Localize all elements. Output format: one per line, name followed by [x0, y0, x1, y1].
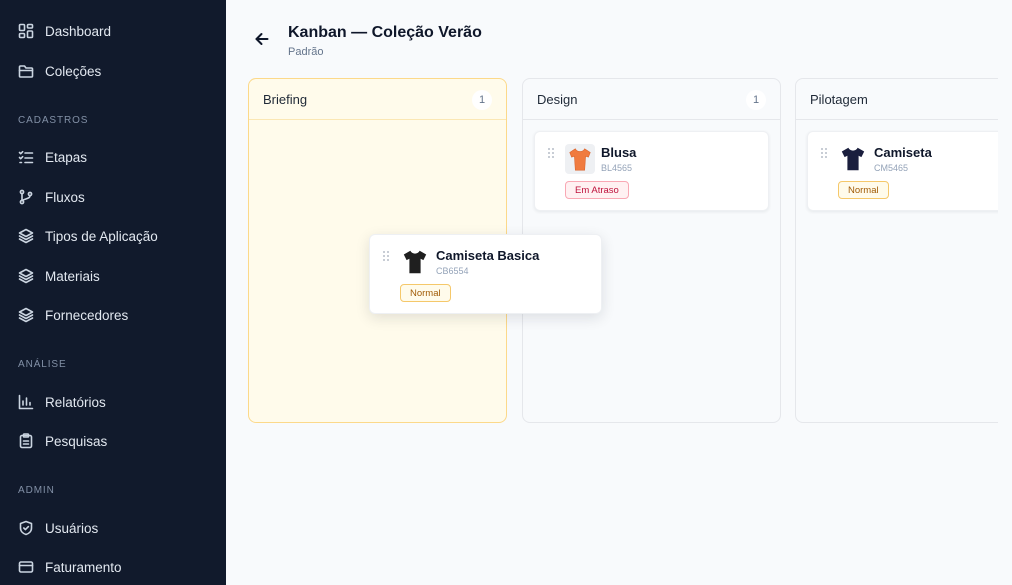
- kanban-board: Briefing 1 Design 1 Blusa BL4565 Em Atra…: [248, 78, 998, 424]
- sidebar-item-relatorios[interactable]: Relatórios: [18, 390, 106, 414]
- section-label-analise: ANÁLISE: [18, 359, 67, 370]
- column-title: Design: [537, 92, 578, 107]
- sidebar: Dashboard Coleções CADASTROS Etapas Flux…: [0, 0, 226, 585]
- sidebar-item-faturamento[interactable]: Faturamento: [18, 555, 122, 579]
- drag-handle-icon[interactable]: [547, 146, 555, 158]
- card-name: Camiseta: [874, 145, 932, 160]
- kanban-card-blusa[interactable]: Blusa BL4565 Em Atraso: [534, 131, 769, 211]
- sidebar-item-label: Materiais: [45, 268, 100, 284]
- card-name: Camiseta Basica: [436, 248, 540, 263]
- sidebar-item-label: Dashboard: [45, 23, 112, 39]
- sidebar-item-label: Etapas: [45, 149, 88, 165]
- git-branch-icon: [18, 189, 34, 205]
- sidebar-item-materiais[interactable]: Materiais: [18, 264, 100, 288]
- kanban-card-camiseta[interactable]: Camiseta CM5465 Normal: [807, 131, 998, 211]
- dashboard-icon: [18, 23, 34, 39]
- drag-handle-icon[interactable]: [820, 146, 828, 158]
- page-subtitle: Padrão: [288, 46, 324, 58]
- arrow-left-icon: [255, 32, 269, 51]
- page-title: Kanban — Coleção Verão: [288, 24, 482, 41]
- sidebar-item-etapas[interactable]: Etapas: [18, 145, 87, 169]
- sidebar-item-colecoes[interactable]: Coleções: [18, 59, 101, 83]
- column-header: Design 1: [523, 79, 780, 120]
- status-badge: Normal: [838, 181, 889, 199]
- back-button[interactable]: [252, 31, 272, 51]
- sidebar-item-label: Relatórios: [45, 394, 106, 410]
- sidebar-item-fornecedores[interactable]: Fornecedores: [18, 303, 128, 327]
- folder-icon: [18, 63, 34, 79]
- list-checks-icon: [18, 149, 34, 165]
- clipboard-icon: [18, 433, 34, 449]
- sidebar-item-label: Fluxos: [45, 189, 85, 205]
- sidebar-item-label: Usuários: [45, 520, 99, 536]
- status-badge: Normal: [400, 284, 451, 302]
- section-label-cadastros: CADASTROS: [18, 115, 89, 126]
- sidebar-item-usuarios[interactable]: Usuários: [18, 516, 98, 540]
- card-code: BL4565: [601, 163, 633, 173]
- navy-tshirt-icon: [838, 144, 868, 174]
- sidebar-item-label: Tipos de Aplicação: [45, 228, 158, 244]
- section-label-admin: ADMIN: [18, 485, 55, 496]
- layers-icon: [18, 307, 34, 323]
- column-title: Pilotagem: [810, 92, 868, 107]
- card-code: CB6554: [436, 266, 469, 276]
- status-badge: Em Atraso: [565, 181, 629, 199]
- sidebar-item-fluxos[interactable]: Fluxos: [18, 185, 85, 209]
- bar-chart-icon: [18, 394, 34, 410]
- sidebar-item-pesquisas[interactable]: Pesquisas: [18, 429, 107, 453]
- column-count-badge: 1: [472, 90, 492, 110]
- sidebar-item-label: Coleções: [45, 63, 102, 79]
- column-header: Pilotagem 1: [796, 79, 998, 120]
- layers-icon: [18, 228, 34, 244]
- layers-icon: [18, 268, 34, 284]
- sidebar-item-label: Pesquisas: [45, 433, 108, 449]
- kanban-card-camiseta-basica[interactable]: Camiseta Basica CB6554 Normal: [369, 234, 602, 314]
- credit-card-icon: [18, 559, 34, 575]
- sidebar-item-label: Fornecedores: [45, 307, 129, 323]
- column-header: Briefing 1: [249, 79, 506, 120]
- column-title: Briefing: [263, 92, 308, 107]
- orange-blouse-icon: [565, 144, 595, 174]
- sidebar-item-tipos-de-aplicacao[interactable]: Tipos de Aplicação: [18, 224, 158, 248]
- column-count-badge: 1: [746, 90, 766, 110]
- card-code: CM5465: [874, 163, 909, 173]
- black-tshirt-icon: [400, 247, 430, 277]
- shield-icon: [18, 520, 34, 536]
- column-pilotagem[interactable]: Pilotagem 1 Camiseta CM5465 Normal: [795, 78, 998, 423]
- card-name: Blusa: [601, 145, 637, 160]
- sidebar-item-label: Faturamento: [45, 559, 122, 575]
- sidebar-item-dashboard[interactable]: Dashboard: [18, 19, 111, 43]
- drag-handle-icon[interactable]: [382, 249, 390, 261]
